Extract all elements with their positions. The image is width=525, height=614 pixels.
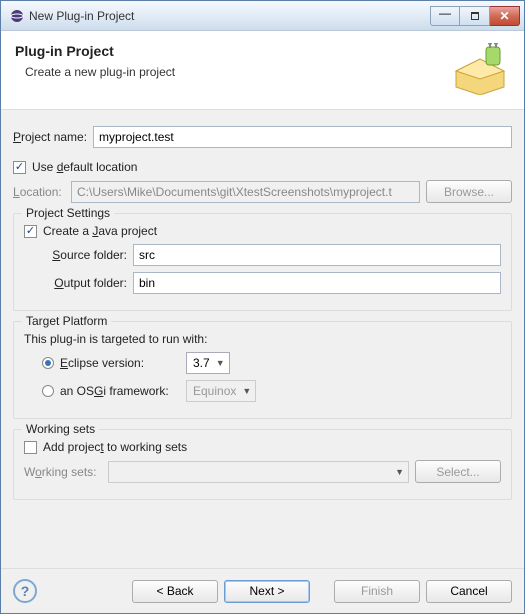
osgi-framework-radio[interactable] (42, 385, 54, 397)
osgi-framework-value: Equinox (193, 384, 236, 398)
create-java-checkbox[interactable]: ✓ (24, 225, 37, 238)
add-working-sets-checkbox[interactable] (24, 441, 37, 454)
titlebar[interactable]: New Plug-in Project — ✕ (1, 1, 524, 31)
target-platform-legend: Target Platform (22, 314, 111, 328)
next-button[interactable]: Next > (224, 580, 310, 603)
add-working-sets-label: Add project to working sets (43, 440, 187, 454)
location-input (71, 181, 420, 203)
window-buttons: — ✕ (430, 6, 520, 26)
osgi-framework-select: Equinox ▼ (186, 380, 256, 402)
project-settings-legend: Project Settings (22, 206, 114, 220)
use-default-location-label: Use default location (32, 160, 137, 174)
maximize-button[interactable] (460, 6, 490, 26)
location-label: Location: (13, 185, 65, 199)
target-platform-group: Target Platform This plug-in is targeted… (13, 321, 512, 419)
button-bar: ? < Back Next > Finish Cancel (1, 568, 524, 613)
working-sets-label: Working sets: (24, 465, 102, 479)
working-sets-group: Working sets Add project to working sets… (13, 429, 512, 500)
source-folder-input[interactable] (133, 244, 501, 266)
target-intro-label: This plug-in is targeted to run with: (24, 332, 501, 346)
eclipse-version-label: Eclipse version: (60, 356, 180, 370)
page-title: Plug-in Project (15, 43, 450, 59)
chevron-down-icon: ▼ (395, 467, 404, 477)
dialog-content: Project name: ✓ Use default location Loc… (1, 110, 524, 568)
output-folder-input[interactable] (133, 272, 501, 294)
working-sets-select: ▼ (108, 461, 409, 483)
osgi-framework-label: an OSGi framework: (60, 384, 180, 398)
project-name-label: Project name: (13, 130, 87, 144)
source-folder-label: Source folder: (42, 248, 127, 262)
window-title: New Plug-in Project (25, 9, 430, 23)
eclipse-version-value: 3.7 (193, 356, 210, 370)
dialog-window: New Plug-in Project — ✕ Plug-in Project … (0, 0, 525, 614)
eclipse-version-select[interactable]: 3.7 ▼ (186, 352, 230, 374)
use-default-location-checkbox[interactable]: ✓ (13, 161, 26, 174)
finish-button: Finish (334, 580, 420, 603)
output-folder-label: Output folder: (42, 276, 127, 290)
cancel-button[interactable]: Cancel (426, 580, 512, 603)
chevron-down-icon: ▼ (242, 386, 251, 396)
plugin-wizard-icon (450, 43, 510, 95)
help-button[interactable]: ? (13, 579, 37, 603)
page-subtitle: Create a new plug-in project (25, 65, 450, 79)
chevron-down-icon: ▼ (216, 358, 225, 368)
back-button[interactable]: < Back (132, 580, 218, 603)
create-java-label: Create a Java project (43, 224, 157, 238)
project-settings-group: Project Settings ✓ Create a Java project… (13, 213, 512, 311)
eclipse-icon (9, 8, 25, 24)
eclipse-version-radio[interactable] (42, 357, 54, 369)
select-working-sets-button: Select... (415, 460, 501, 483)
wizard-header: Plug-in Project Create a new plug-in pro… (1, 31, 524, 110)
minimize-button[interactable]: — (430, 6, 460, 26)
project-name-input[interactable] (93, 126, 512, 148)
browse-button: Browse... (426, 180, 512, 203)
working-sets-legend: Working sets (22, 422, 99, 436)
close-button[interactable]: ✕ (490, 6, 520, 26)
